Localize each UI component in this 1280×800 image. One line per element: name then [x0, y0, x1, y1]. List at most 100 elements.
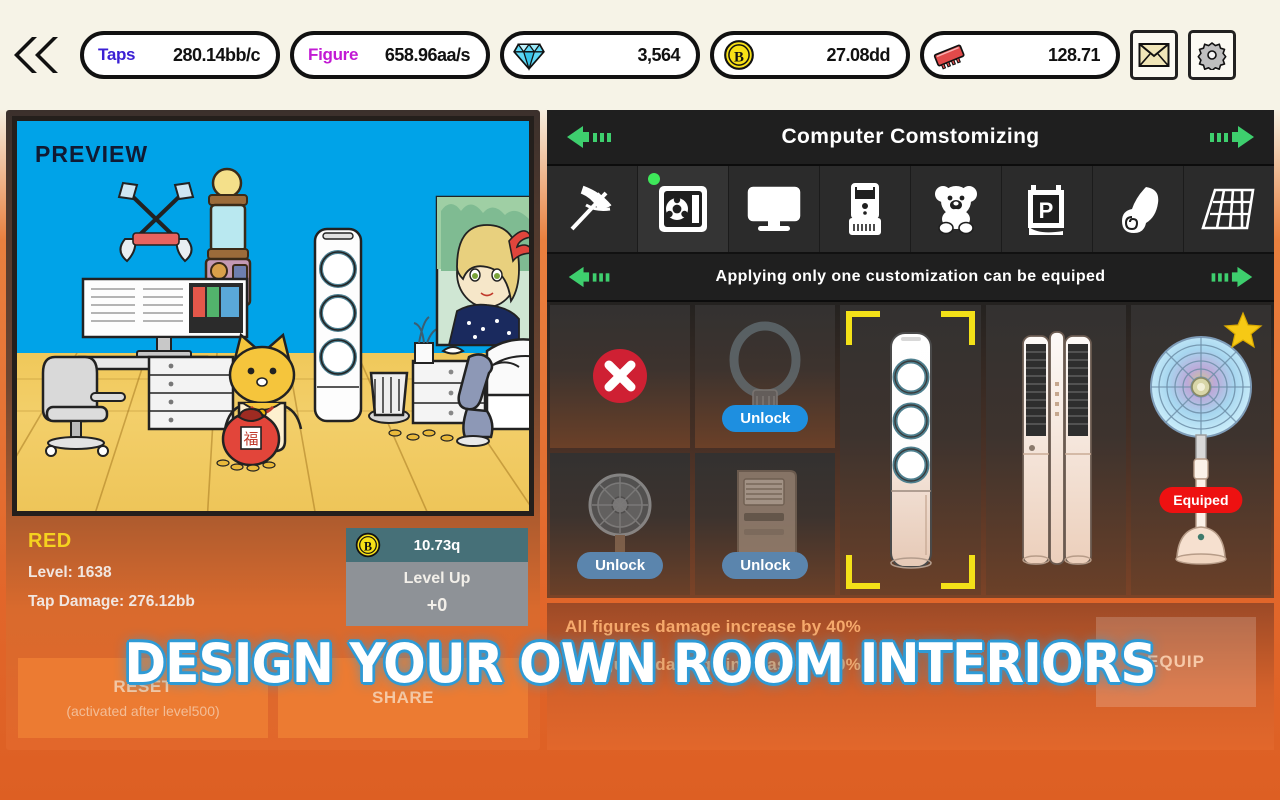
- reset-button-note: (activated after level500): [66, 703, 220, 719]
- customize-header: Computer Comstomizing: [547, 110, 1274, 166]
- currency-value-bitcoin: 27.08dd: [826, 44, 890, 65]
- unlock-badge[interactable]: Unlock: [722, 404, 809, 432]
- currency-pill-gem[interactable]: 3,564: [500, 31, 700, 79]
- customize-hint: Applying only one customization can be e…: [715, 268, 1106, 285]
- pickaxe-icon: [570, 185, 612, 231]
- dual-tower-ac-icon: [1021, 331, 1092, 565]
- settings-button[interactable]: [1188, 30, 1236, 80]
- category-pickaxe[interactable]: [547, 166, 638, 252]
- prev-category-button[interactable]: [563, 124, 627, 150]
- mail-icon: [1138, 43, 1170, 67]
- gear-icon: [1197, 42, 1227, 70]
- stand-fan-icon: [1149, 336, 1252, 565]
- item-column-2: Unlock Unlock: [695, 305, 836, 595]
- share-button[interactable]: SHARE: [278, 658, 528, 738]
- share-button-label: SHARE: [371, 688, 434, 707]
- customize-title: Computer Comstomizing: [781, 125, 1040, 148]
- pc-case-icon: [659, 186, 707, 232]
- category-wallpaper[interactable]: [1093, 166, 1184, 252]
- reset-button[interactable]: RESET (activated after level500): [18, 658, 268, 738]
- item-column-1: Unlock: [550, 305, 691, 595]
- teddy-bear-icon: [935, 186, 977, 235]
- item-stand-fan[interactable]: Equiped: [1130, 305, 1272, 595]
- bed-area: [456, 338, 529, 447]
- arrow-left-icon: [567, 126, 611, 148]
- stat-pill-taps[interactable]: Taps 280.14bb/c: [80, 31, 280, 79]
- unlock-badge[interactable]: Unlock: [722, 552, 809, 579]
- category-teddy-bear[interactable]: [911, 166, 1002, 252]
- item-column-5: Equiped: [1130, 305, 1272, 595]
- prev-page-button[interactable]: [563, 265, 627, 289]
- next-category-button[interactable]: [1194, 124, 1258, 150]
- top-bar: Taps 280.14bb/c Figure 658.96aa/s 3,564 …: [0, 0, 1280, 110]
- room-preview[interactable]: PREVIEW 福: [12, 116, 534, 516]
- air-cooler-icon: [849, 183, 881, 235]
- item-info-panel: All figures damage increase by 40% All f…: [547, 603, 1274, 750]
- item-none[interactable]: [550, 305, 691, 448]
- selection-corner-bottom-left: [846, 555, 881, 589]
- monitor-icon: [747, 186, 801, 231]
- item-dual-tower-ac[interactable]: [985, 305, 1126, 595]
- double-chevron-left-icon: [14, 37, 58, 73]
- category-monitor[interactable]: [729, 166, 820, 252]
- unlock-badge[interactable]: Unlock: [577, 552, 664, 579]
- tower-ac-icon: [889, 332, 932, 569]
- level-up-cost-bar: B 10.73q: [346, 528, 528, 562]
- arrow-left-icon: [568, 266, 610, 288]
- left-panel: PREVIEW 福 RED Level: 1638 Tap Damage: 27…: [6, 110, 540, 750]
- red-x-icon: [593, 349, 648, 404]
- item-effect-texts: All figures damage increase by 40% All f…: [565, 617, 1096, 693]
- stat-value-figure: 658.96aa/s: [384, 44, 471, 65]
- currency-value-ram: 128.71: [1047, 44, 1101, 65]
- svg-text:B: B: [734, 49, 744, 65]
- svg-text:福: 福: [243, 430, 258, 448]
- level-up-button[interactable]: B 10.73q Level Up +0: [346, 528, 528, 626]
- level-up-cost: 10.73q: [413, 536, 461, 554]
- item-grid: Unlock Unlock Unlock Equiped: [547, 302, 1274, 598]
- reset-button-label: RESET: [113, 677, 173, 696]
- right-panel: Computer Comstomizing P Applying only on…: [547, 110, 1274, 750]
- customize-subheader: Applying only one customization can be e…: [547, 254, 1274, 302]
- item-effect-line-2: All figures damage increase by 40%: [565, 655, 861, 674]
- equip-button[interactable]: EQUIP: [1096, 617, 1256, 707]
- currency-pill-bitcoin[interactable]: B 27.08dd: [710, 31, 910, 79]
- poster-icon: P: [1028, 185, 1064, 235]
- stat-label-figure: Figure: [308, 45, 359, 64]
- category-new-dot: [648, 173, 660, 185]
- arrow-right-icon: [1210, 126, 1254, 148]
- stat-pill-figure[interactable]: Figure 658.96aa/s: [290, 31, 490, 79]
- room-scene: 福: [41, 167, 529, 472]
- category-poster[interactable]: P: [1002, 166, 1093, 252]
- category-air-cooler[interactable]: [820, 166, 911, 252]
- left-action-buttons: RESET (activated after level500) SHARE: [18, 658, 528, 738]
- category-pc-case[interactable]: [638, 166, 729, 252]
- bitcoin-icon: B: [724, 40, 754, 70]
- svg-text:P: P: [1039, 198, 1054, 223]
- next-page-button[interactable]: [1194, 265, 1258, 289]
- item-tower-ac[interactable]: [840, 305, 981, 595]
- item-effect-line-1: All figures damage increase by 40%: [565, 617, 861, 636]
- mail-button[interactable]: [1130, 30, 1178, 80]
- star-icon: [1223, 311, 1263, 349]
- currency-value-gem: 3,564: [637, 44, 680, 65]
- preview-label: PREVIEW: [35, 141, 149, 167]
- stat-label-taps: Taps: [98, 45, 136, 64]
- item-bladeless-fan[interactable]: Unlock: [695, 305, 836, 448]
- anime-poster-decor: [435, 195, 529, 347]
- selection-corner-top-right: [940, 311, 975, 345]
- wallpaper-icon: [1122, 187, 1159, 233]
- crossed-daggers-decor: [117, 181, 195, 263]
- back-button[interactable]: [8, 25, 70, 85]
- selection-corner-bottom-right: [940, 555, 975, 589]
- currency-pill-ram[interactable]: 128.71: [920, 31, 1120, 79]
- ram-chip-icon: [933, 44, 965, 70]
- level-up-label: Level Up: [403, 570, 471, 587]
- item-desk-fan[interactable]: Unlock: [550, 452, 691, 595]
- selection-corner-top-left: [846, 311, 881, 345]
- level-up-amount: +0: [426, 595, 448, 615]
- arrow-right-icon: [1211, 266, 1253, 288]
- category-flooring[interactable]: [1184, 166, 1274, 252]
- category-row: P: [547, 166, 1274, 254]
- item-portable-ac[interactable]: Unlock: [695, 452, 836, 595]
- gem-icon: [513, 43, 545, 71]
